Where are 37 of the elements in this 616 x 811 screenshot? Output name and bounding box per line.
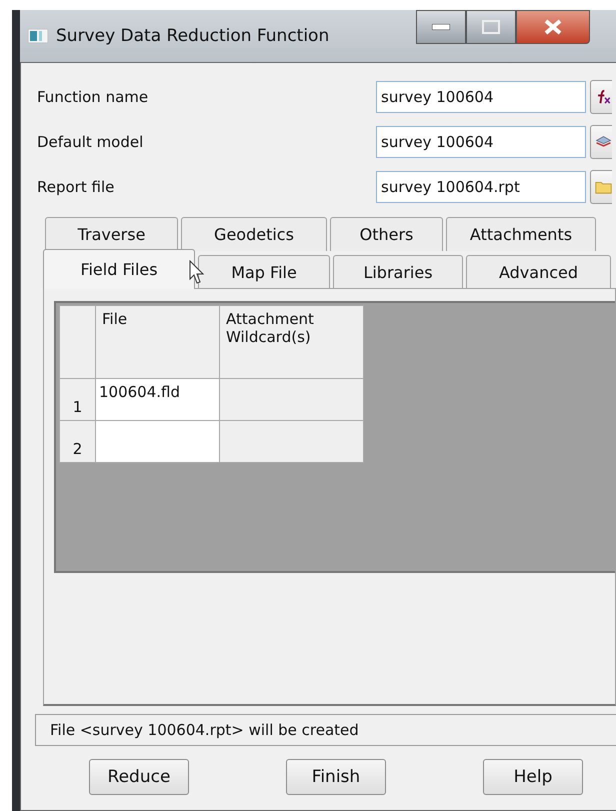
table-cell[interactable] xyxy=(220,420,364,462)
tab[interactable]: Others xyxy=(330,217,443,251)
app-icon xyxy=(28,29,48,43)
tab[interactable]: Libraries xyxy=(333,255,463,289)
field-label: Default model xyxy=(37,133,144,151)
row-number: 2 xyxy=(60,420,96,462)
text-field[interactable]: survey 100604.rpt xyxy=(376,171,586,203)
status-bar: File <survey 100604.rpt> will be created xyxy=(35,714,616,746)
window-title: Survey Data Reduction Function xyxy=(56,26,330,46)
table-cell[interactable] xyxy=(96,420,220,462)
close-icon xyxy=(543,19,563,35)
text-field[interactable]: survey 100604 xyxy=(376,81,586,113)
tab[interactable]: Traverse xyxy=(45,217,178,251)
minimize-icon xyxy=(432,24,450,30)
tab[interactable]: Advanced xyxy=(466,255,611,289)
tab[interactable]: Geodetics xyxy=(181,217,327,251)
row-number: 1 xyxy=(60,378,96,420)
table-cell[interactable] xyxy=(220,378,364,420)
browse-button[interactable] xyxy=(590,125,612,159)
cursor-icon xyxy=(189,260,205,285)
column-header: File xyxy=(96,306,220,378)
column-header: Attachment Wildcard(s) xyxy=(220,306,364,378)
dialog-button[interactable]: Help xyxy=(483,759,583,795)
tab[interactable]: Map File xyxy=(198,255,330,289)
table-cell[interactable]: 100604.fld xyxy=(96,378,220,420)
text-field[interactable]: survey 100604 xyxy=(376,126,586,158)
close-button[interactable] xyxy=(516,10,590,44)
tab[interactable]: Attachments xyxy=(446,217,596,251)
tab[interactable]: Field Files xyxy=(43,249,195,289)
maximize-icon xyxy=(482,20,500,34)
maximize-button[interactable] xyxy=(466,10,516,44)
field-label: Report file xyxy=(37,178,116,196)
browse-button[interactable] xyxy=(590,80,612,114)
dialog-button[interactable]: Finish xyxy=(286,759,386,795)
dialog-button[interactable]: Reduce xyxy=(89,759,189,795)
field-label: Function name xyxy=(37,88,150,106)
minimize-button[interactable] xyxy=(416,10,466,44)
